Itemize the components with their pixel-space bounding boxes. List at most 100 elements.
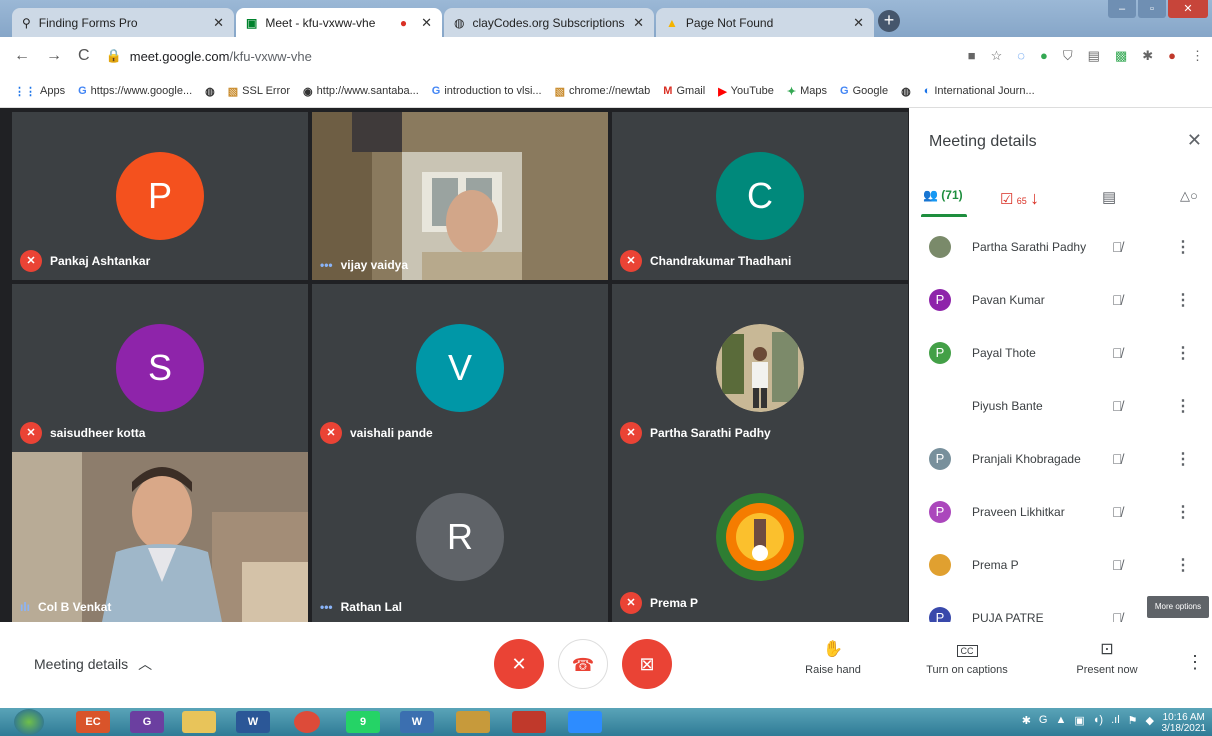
more-options-icon[interactable]: ⋮ [1175, 396, 1191, 416]
tray-device-icon[interactable]: ▣ [1074, 714, 1084, 727]
bookmark-journal[interactable]: ◐ International Journ... [924, 85, 1035, 97]
flag-icon[interactable]: ⚑ [1128, 714, 1138, 727]
tab-claycodes[interactable]: ◍ clayCodes.org Subscriptions ✕ [444, 8, 654, 37]
tab-people[interactable]: 👥 (71) [921, 188, 967, 217]
bookmark-newtab[interactable]: ▧ chrome://newtab [555, 85, 651, 98]
avatar: P [929, 606, 951, 622]
close-icon[interactable]: ✕ [421, 15, 432, 31]
more-options-icon[interactable]: ⋮ [1175, 343, 1191, 363]
back-icon[interactable]: ← [14, 47, 30, 65]
leave-call-button[interactable]: ☎ [558, 639, 608, 689]
tab-meet[interactable]: ▣ Meet - kfu-vxww-vhe ● ✕ [236, 8, 442, 37]
bookmark-globe-2[interactable]: ◍ [901, 85, 911, 98]
people-icon: 👥 [923, 188, 938, 202]
list-item[interactable]: Partha Sarathi Padhy 🎙̸ ⋮ [909, 220, 1212, 273]
tray-app-icon[interactable]: ✱ [1022, 714, 1031, 727]
bookmark-google-2[interactable]: G Google [840, 85, 888, 97]
tab-page-not-found[interactable]: ▲ Page Not Found ✕ [656, 8, 874, 37]
tab-attendance[interactable]: ☑ 65 ↓ [1000, 188, 1039, 209]
camera-icon[interactable]: ■ [968, 48, 976, 64]
bookmark-globe[interactable]: ◍ [205, 85, 215, 98]
bookmark-vlsi[interactable]: Gintroduction to vlsi... [432, 85, 542, 97]
paint-icon[interactable] [456, 711, 490, 733]
minimize-button[interactable]: – [1108, 0, 1136, 18]
participant-tile[interactable]: ılı Col B Venkat [12, 452, 308, 622]
bookmark-youtube[interactable]: ▶ YouTube [718, 85, 774, 98]
present-now-button[interactable]: ⊡ Present now [1057, 640, 1157, 676]
list-item[interactable]: Piyush Bante 🎙̸ ⋮ [909, 379, 1212, 432]
shield-icon[interactable]: ⛉ [1063, 48, 1073, 64]
participant-tile[interactable]: ✕ Partha Sarathi Padhy [612, 284, 908, 452]
bookmark-ssl-error[interactable]: ▧ SSL Error [228, 85, 290, 98]
participant-tile[interactable]: ✕ Prema P [612, 452, 908, 622]
folder-icon[interactable] [182, 711, 216, 733]
more-options-icon[interactable]: ⋮ [1175, 555, 1191, 575]
signal-icon[interactable]: .ıl [1111, 714, 1120, 727]
ec-icon[interactable]: EC [76, 711, 110, 733]
maximize-button[interactable]: ▫ [1138, 0, 1166, 18]
list-item[interactable]: P Pavan Kumar 🎙̸ ⋮ [909, 273, 1212, 326]
chrome-icon[interactable] [294, 711, 320, 733]
tray-google-icon[interactable]: G [1039, 714, 1048, 727]
new-tab-button[interactable]: + [878, 10, 900, 32]
more-options-icon[interactable]: ⋮ [1175, 290, 1191, 310]
more-options-icon[interactable]: ⋮ [1175, 502, 1191, 522]
tab-chat[interactable]: ▤ [1102, 188, 1116, 206]
list-item[interactable]: P Pranjali Khobragade 🎙̸ ⋮ [909, 432, 1212, 485]
snip-icon[interactable] [512, 711, 546, 733]
list-item[interactable]: Prema P 🎙̸ ⋮ [909, 538, 1212, 591]
whatsapp-icon[interactable]: 9 [346, 711, 380, 733]
menu-icon[interactable]: ⋮ [1191, 48, 1204, 64]
close-icon[interactable]: ✕ [1187, 130, 1202, 151]
participant-tile[interactable]: P ✕ Pankaj Ashtankar [12, 112, 308, 280]
avatar: R [416, 493, 504, 581]
image-ext-icon[interactable]: ▩ [1115, 48, 1127, 64]
forward-icon[interactable]: → [46, 47, 62, 65]
tab-activities[interactable]: △○ [1180, 188, 1198, 204]
captions-icon: CC [917, 640, 1017, 664]
close-icon[interactable]: ✕ [853, 15, 864, 31]
tray-warning-icon[interactable]: ▲ [1055, 714, 1066, 727]
participant-tile[interactable]: S ✕ saisudheer kotta [12, 284, 308, 452]
reload-icon[interactable]: C [78, 47, 90, 65]
sync-icon[interactable]: ◌ [1017, 48, 1025, 64]
word-doc-icon[interactable]: W [400, 711, 434, 733]
star-icon[interactable]: ☆ [991, 48, 1003, 64]
puzzle-icon[interactable]: ✱ [1142, 48, 1153, 64]
window-close-button[interactable]: ✕ [1168, 0, 1208, 18]
mic-toggle-button[interactable]: ✕ [494, 639, 544, 689]
drive-icon: ▲ [666, 15, 678, 30]
extension-dot-icon[interactable]: ● [1040, 48, 1048, 64]
bookmark-gmail[interactable]: M Gmail [663, 85, 705, 97]
participant-tile[interactable]: C ✕ Chandrakumar Thadhani [612, 112, 908, 280]
participant-tile[interactable]: V ✕ vaishali pande [312, 284, 608, 452]
list-item[interactable]: P Payal Thote 🎙̸ ⋮ [909, 326, 1212, 379]
start-button[interactable] [14, 709, 44, 735]
bookmark-maps[interactable]: ✦ Maps [787, 85, 827, 98]
url-field[interactable]: 🔒 meet.google.com/kfu-vxww-vhe [106, 48, 312, 64]
more-options-icon[interactable]: ⋮ [1186, 652, 1204, 673]
close-icon[interactable]: ✕ [213, 15, 224, 31]
camera-toggle-button[interactable]: ⊠ [622, 639, 672, 689]
g-app-icon[interactable]: G [130, 711, 164, 733]
participant-tile[interactable]: R ••• Rathan Lal [312, 452, 608, 622]
bookmark-apps[interactable]: ⋮⋮ Apps [14, 85, 65, 98]
doc-icon[interactable]: ▤ [1088, 48, 1100, 64]
zoom-icon[interactable] [568, 711, 602, 733]
more-options-icon[interactable]: ⋮ [1175, 237, 1191, 257]
meeting-details-toggle[interactable]: Meeting details ︿ [34, 654, 152, 674]
more-options-icon[interactable]: ⋮ [1175, 449, 1191, 469]
bookmark-santaba[interactable]: ◉ http://www.santaba... [303, 85, 419, 98]
network-icon[interactable]: ◆ [1146, 714, 1154, 727]
profile-avatar[interactable]: ● [1168, 48, 1176, 64]
taskbar-clock[interactable]: 10:16 AM 3/18/2021 [1162, 712, 1207, 734]
raise-hand-button[interactable]: ✋ Raise hand [783, 640, 883, 676]
list-item[interactable]: P Praveen Likhitkar 🎙̸ ⋮ [909, 485, 1212, 538]
captions-button[interactable]: CC Turn on captions [917, 640, 1017, 676]
participant-tile[interactable]: ••• vijay vaidya [312, 112, 608, 280]
close-icon[interactable]: ✕ [633, 15, 644, 31]
tab-finding-forms[interactable]: ⚲ Finding Forms Pro ✕ [12, 8, 234, 37]
volume-icon[interactable]: ◖) [1093, 714, 1103, 727]
bookmark-google[interactable]: Ghttps://www.google... [78, 85, 192, 97]
word-icon[interactable]: W [236, 711, 270, 733]
